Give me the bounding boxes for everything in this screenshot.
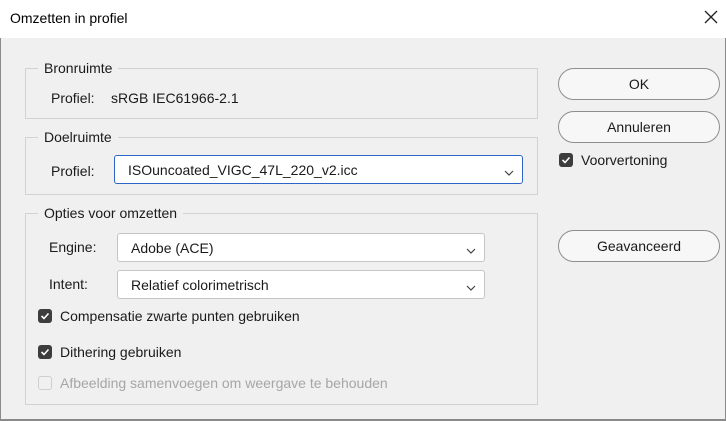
source-space-group: Bronruimte Profiel: sRGB IEC61966-2.1 [25,59,538,119]
preview-checkbox[interactable]: Voorvertoning [559,151,719,171]
checkmark-icon [38,345,52,359]
cancel-button[interactable]: Annuleren [558,111,720,143]
destination-profile-value: ISOuncoated_VIGC_47L_220_v2.icc [128,162,358,178]
dithering-checkbox[interactable]: Dithering gebruiken [38,343,258,363]
destination-space-group: Doelruimte Profiel: ISOuncoated_VIGC_47L… [25,128,538,195]
destination-profile-label: Profiel: [51,163,95,179]
source-space-legend: Bronruimte [38,59,119,77]
source-profile-label: Profiel: [51,90,95,106]
source-profile-value: sRGB IEC61966-2.1 [111,90,239,106]
conversion-options-group: Opties voor omzetten Engine: Adobe (ACE)… [25,204,538,405]
engine-select[interactable]: Adobe (ACE) [117,233,485,262]
intent-label: Intent: [49,276,88,292]
intent-value: Relatief colorimetrisch [131,277,269,293]
title-bar: Omzetten in profiel [0,0,726,38]
destination-space-legend: Doelruimte [38,128,118,146]
checkmark-icon [38,309,52,323]
advanced-button[interactable]: Geavanceerd [558,230,720,262]
window-title: Omzetten in profiel [10,10,128,26]
checkmark-icon [559,153,573,167]
intent-select[interactable]: Relatief colorimetrisch [117,270,485,299]
flatten-image-checkbox: Afbeelding samenvoegen om weergave te be… [38,374,498,394]
conversion-options-legend: Opties voor omzetten [38,204,184,222]
ok-button[interactable]: OK [558,68,720,100]
chevron-down-icon [466,243,476,254]
preview-label: Voorvertoning [581,152,668,168]
window-border-left [0,38,1,421]
destination-profile-select[interactable]: ISOuncoated_VIGC_47L_220_v2.icc [114,155,523,184]
chevron-down-icon [504,165,514,176]
engine-value: Adobe (ACE) [131,240,214,256]
flatten-image-label: Afbeelding samenvoegen om weergave te be… [60,375,388,391]
checkbox-box [38,376,52,390]
close-icon[interactable] [700,6,722,28]
chevron-down-icon [466,280,476,291]
engine-label: Engine: [49,239,97,255]
black-point-compensation-label: Compensatie zwarte punten gebruiken [60,308,300,324]
black-point-compensation-checkbox[interactable]: Compensatie zwarte punten gebruiken [38,307,398,327]
dithering-label: Dithering gebruiken [60,344,182,360]
